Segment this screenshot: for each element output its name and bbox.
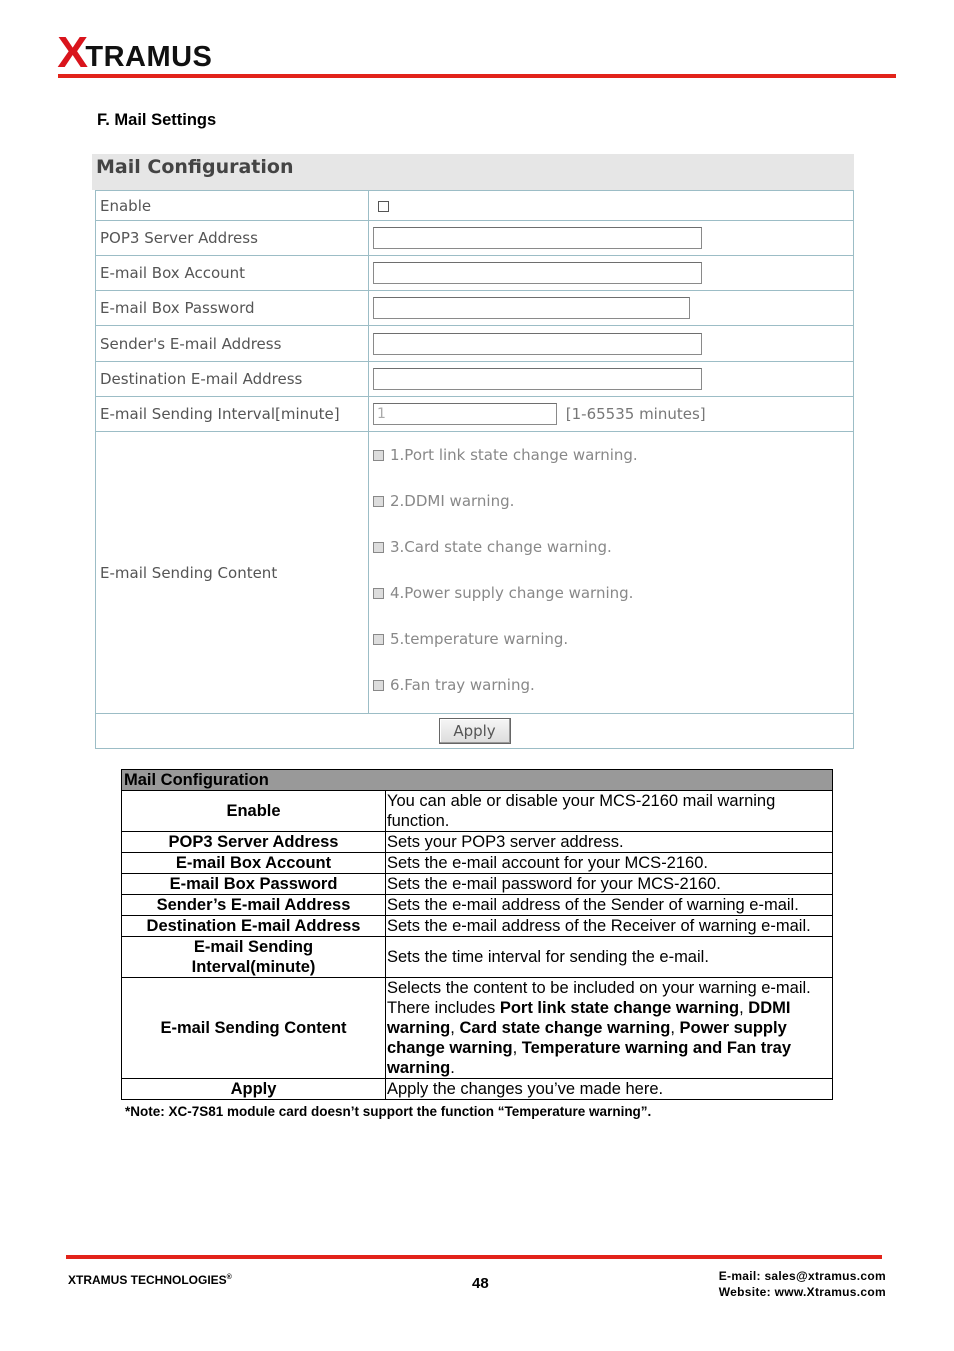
- form-label: Destination E-mail Address: [95, 361, 369, 397]
- content-option-port-link[interactable]: 1.Port link state change warning.: [373, 432, 849, 478]
- enable-checkbox[interactable]: [378, 200, 389, 212]
- footer-website: Website: www.Xtramus.com: [718, 1285, 886, 1299]
- sender-email-input[interactable]: [373, 332, 702, 355]
- header-rule: [58, 74, 896, 78]
- email-password-input[interactable]: [373, 297, 690, 319]
- form-row-enable: Enable: [95, 190, 854, 221]
- form-label: E-mail Box Password: [95, 290, 369, 326]
- footer-email: E-mail: sales@xtramus.com: [718, 1269, 886, 1283]
- interval-hint: [1-65535 minutes]: [565, 404, 706, 423]
- pop3-server-input[interactable]: [373, 227, 702, 249]
- option-checkbox[interactable]: [373, 587, 384, 599]
- interval-input[interactable]: 1: [373, 403, 557, 425]
- bold-term: Card state change warning: [459, 1019, 671, 1037]
- table-row: POP3 Server Address Sets your POP3 server…: [121, 831, 833, 853]
- content-option-card-state[interactable]: 3.Card state change warning.: [373, 524, 849, 570]
- form-row-content: E-mail Sending Content 1.Port link state…: [95, 431, 854, 714]
- email-account-input[interactable]: [373, 262, 702, 284]
- table-title: Mail Configuration: [121, 769, 833, 791]
- content-option-temperature[interactable]: 5.temperature warning.: [373, 616, 849, 662]
- mail-config-form: Enable POP3 Server Address E-mail Box Ac…: [95, 190, 854, 749]
- form-label: Enable: [95, 190, 369, 221]
- table-row: E-mail Sending Interval(minute) Sets the …: [121, 936, 833, 978]
- form-label: E-mail Box Account: [95, 255, 369, 291]
- content-option-power-supply[interactable]: 4.Power supply change warning.: [373, 570, 849, 616]
- logo-text: TRAMUS: [85, 41, 213, 73]
- footer-rule: [66, 1255, 882, 1259]
- form-label: E-mail Sending Content: [95, 431, 369, 714]
- form-row-account: E-mail Box Account: [95, 255, 854, 291]
- apply-button[interactable]: Apply: [438, 718, 511, 744]
- destination-email-input[interactable]: [373, 368, 702, 390]
- text-run: .: [450, 1059, 455, 1077]
- option-checkbox[interactable]: [373, 541, 384, 553]
- option-checkbox[interactable]: [373, 679, 384, 691]
- footer-company: XTRAMUS TECHNOLOGIES®: [68, 1273, 232, 1287]
- form-row-password: E-mail Box Password: [95, 290, 854, 326]
- mail-configuration-panel: Mail Configuration Enable POP3 Server Ad…: [92, 154, 854, 750]
- footer-contact: E-mail: sales@xtramus.com Website: www.X…: [719, 1268, 886, 1300]
- text-run: ,: [670, 1019, 680, 1037]
- form-label: E-mail Sending Interval[minute]: [95, 396, 369, 432]
- panel-title: Mail Configuration: [92, 154, 854, 190]
- xtramus-logo: X TRAMUS: [57, 28, 213, 77]
- note: *Note: XC-7S81 module card doesn’t suppo…: [125, 1104, 652, 1119]
- text-run: ,: [739, 999, 749, 1017]
- section-heading: F. Mail Settings: [97, 111, 217, 129]
- form-row-apply: Apply: [95, 713, 854, 749]
- form-row-destination: Destination E-mail Address: [95, 361, 854, 397]
- form-row-pop3: POP3 Server Address: [95, 220, 854, 256]
- table-row: E-mail Box Account Sets the e-mail accoun…: [121, 852, 833, 874]
- table-row: E-mail Sending Content Selects the conten…: [121, 977, 833, 1079]
- form-label: POP3 Server Address: [95, 220, 369, 256]
- content-option-fan-tray[interactable]: 6.Fan tray warning.: [373, 662, 849, 708]
- content-description: Selects the content to be included on yo…: [385, 977, 833, 1079]
- text-run: ,: [512, 1039, 522, 1057]
- table-header: Mail Configuration: [121, 769, 833, 791]
- table-row: Apply Apply the changes you’ve made here.: [121, 1078, 833, 1100]
- description-table: Mail Configuration Enable You can able or…: [121, 769, 833, 1100]
- form-row-sender: Sender's E-mail Address: [95, 325, 854, 362]
- table-row: Destination E-mail Address Sets the e-mai…: [121, 915, 833, 937]
- option-checkbox[interactable]: [373, 449, 384, 461]
- form-label: Sender's E-mail Address: [95, 325, 369, 362]
- content-option-ddmi[interactable]: 2.DDMI warning.: [373, 478, 849, 524]
- page-number: 48: [472, 1275, 489, 1292]
- option-checkbox[interactable]: [373, 495, 384, 507]
- option-checkbox[interactable]: [373, 633, 384, 645]
- table-row: E-mail Box Password Sets the e-mail passw…: [121, 873, 833, 895]
- table-row: Sender’s E-mail Address Sets the e-mail a…: [121, 894, 833, 916]
- table-row: Enable You can able or disable your MCS-2…: [121, 790, 833, 832]
- form-row-interval: E-mail Sending Interval[minute] 1 [1-655…: [95, 396, 854, 432]
- logo-x: X: [57, 28, 89, 77]
- bold-term: Port link state change warning: [499, 999, 740, 1017]
